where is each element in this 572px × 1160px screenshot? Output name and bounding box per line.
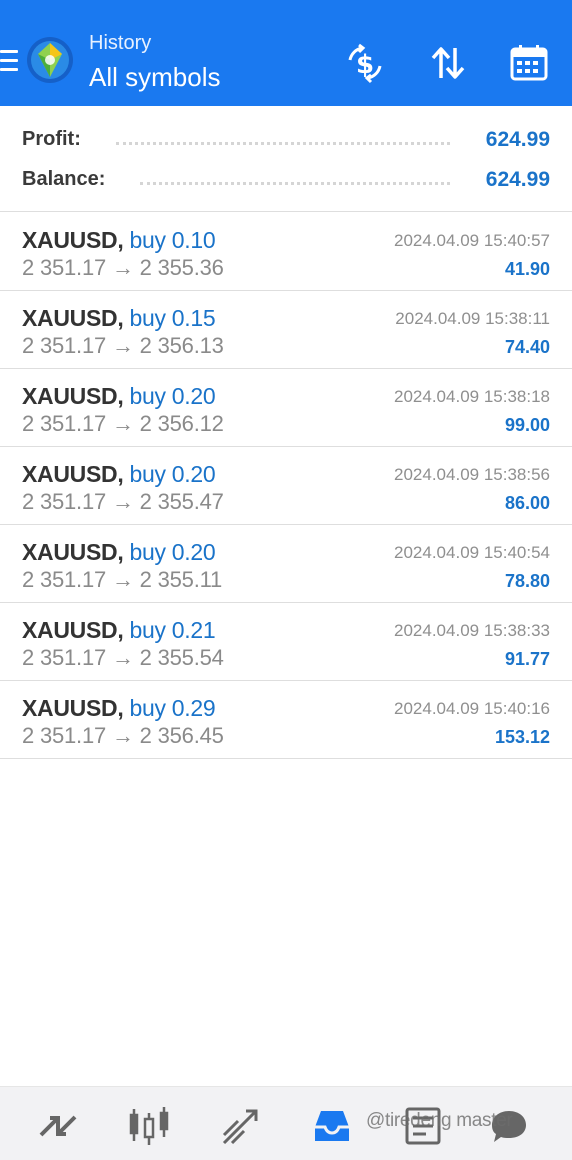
deal-time: 2024.04.09 15:40:57 [394, 231, 550, 250]
deal-title: XAUUSD, buy 0.21 [22, 617, 216, 644]
currency-exchange-icon[interactable]: $ [344, 42, 386, 84]
deal-profit: 153.12 [494, 727, 550, 747]
history-icon[interactable] [311, 1105, 353, 1147]
profit-value: 624.99 [485, 128, 550, 151]
deal-prices: 2 351.17 → 2 355.47 [22, 489, 224, 514]
deal-profit: 78.80 [504, 571, 550, 591]
header-subtitle: History [89, 32, 152, 54]
balance-value: 624.99 [485, 168, 550, 191]
deal-profit: 86.00 [504, 493, 550, 513]
deal-title: XAUUSD, buy 0.20 [22, 461, 216, 488]
deal-prices: 2 351.17 → 2 355.36 [22, 255, 224, 280]
deal-symbol: XAUUSD, [22, 695, 124, 721]
balance-row: Balance: 624.99 [22, 168, 550, 198]
deal-row[interactable]: XAUUSD, buy 0.20 2 351.17 → 2 355.47 202… [0, 447, 572, 525]
leader-dots [116, 142, 450, 145]
deal-prices: 2 351.17 → 2 356.45 [22, 723, 224, 748]
deal-side: buy 0.15 [129, 305, 216, 331]
sort-icon[interactable] [427, 42, 469, 84]
deal-profit: 41.90 [504, 259, 550, 279]
watermark: @tiredeng master [366, 1110, 513, 1131]
deal-time: 2024.04.09 15:40:16 [394, 699, 550, 718]
deal-time: 2024.04.09 15:38:11 [395, 309, 550, 328]
deal-symbol: XAUUSD, [22, 539, 124, 565]
deal-row[interactable]: XAUUSD, buy 0.15 2 351.17 → 2 356.13 202… [0, 291, 572, 369]
deal-title: XAUUSD, buy 0.10 [22, 227, 216, 254]
deal-symbol: XAUUSD, [22, 383, 124, 409]
deal-prices: 2 351.17 → 2 355.11 [22, 567, 223, 592]
deal-prices: 2 351.17 → 2 356.13 [22, 333, 224, 358]
status-bar [0, 0, 572, 10]
leader-dots [140, 182, 450, 185]
balance-label: Balance: [22, 168, 114, 191]
profit-label: Profit: [22, 128, 89, 151]
deal-side: buy 0.20 [129, 461, 216, 487]
deal-time: 2024.04.09 15:38:33 [394, 621, 550, 640]
deal-row[interactable]: XAUUSD, buy 0.20 2 351.17 → 2 356.12 202… [0, 369, 572, 447]
deal-row[interactable]: XAUUSD, buy 0.21 2 351.17 → 2 355.54 202… [0, 603, 572, 681]
deal-title: XAUUSD, buy 0.20 [22, 383, 216, 410]
deal-row[interactable]: XAUUSD, buy 0.20 2 351.17 → 2 355.11 202… [0, 525, 572, 603]
deal-symbol: XAUUSD, [22, 617, 124, 643]
menu-icon[interactable] [0, 50, 18, 72]
deal-row[interactable]: XAUUSD, buy 0.29 2 351.17 → 2 356.45 202… [0, 681, 572, 759]
deal-side: buy 0.21 [129, 617, 216, 643]
deal-profit: 99.00 [504, 415, 550, 435]
deal-side: buy 0.29 [129, 695, 216, 721]
quotes-icon[interactable] [37, 1105, 79, 1147]
account-summary: Profit: 624.99 Balance: 624.99 [0, 106, 572, 212]
deal-row[interactable]: XAUUSD, buy 0.10 2 351.17 → 2 355.36 202… [0, 213, 572, 291]
metatrader-logo-icon [26, 36, 74, 84]
deal-side: buy 0.20 [129, 539, 216, 565]
deal-title: XAUUSD, buy 0.15 [22, 305, 216, 332]
deal-profit: 91.77 [504, 649, 550, 669]
app-header: History All symbols $ [0, 10, 572, 106]
deals-list: XAUUSD, buy 0.10 2 351.17 → 2 355.36 202… [0, 213, 572, 759]
deal-time: 2024.04.09 15:38:18 [394, 387, 550, 406]
profit-row: Profit: 624.99 [22, 128, 550, 158]
deal-prices: 2 351.17 → 2 356.12 [22, 411, 224, 436]
trade-icon[interactable] [220, 1105, 262, 1147]
deal-symbol: XAUUSD, [22, 305, 124, 331]
chart-icon[interactable] [128, 1105, 170, 1147]
header-title[interactable]: All symbols [89, 62, 220, 93]
deal-side: buy 0.20 [129, 383, 216, 409]
calendar-icon[interactable] [508, 42, 550, 84]
deal-time: 2024.04.09 15:38:56 [394, 465, 550, 484]
deal-profit: 74.40 [504, 337, 550, 357]
deal-title: XAUUSD, buy 0.20 [22, 539, 216, 566]
deal-symbol: XAUUSD, [22, 461, 124, 487]
deal-symbol: XAUUSD, [22, 227, 124, 253]
deal-title: XAUUSD, buy 0.29 [22, 695, 216, 722]
deal-side: buy 0.10 [129, 227, 216, 253]
deal-prices: 2 351.17 → 2 355.54 [22, 645, 224, 670]
deal-time: 2024.04.09 15:40:54 [394, 543, 550, 562]
